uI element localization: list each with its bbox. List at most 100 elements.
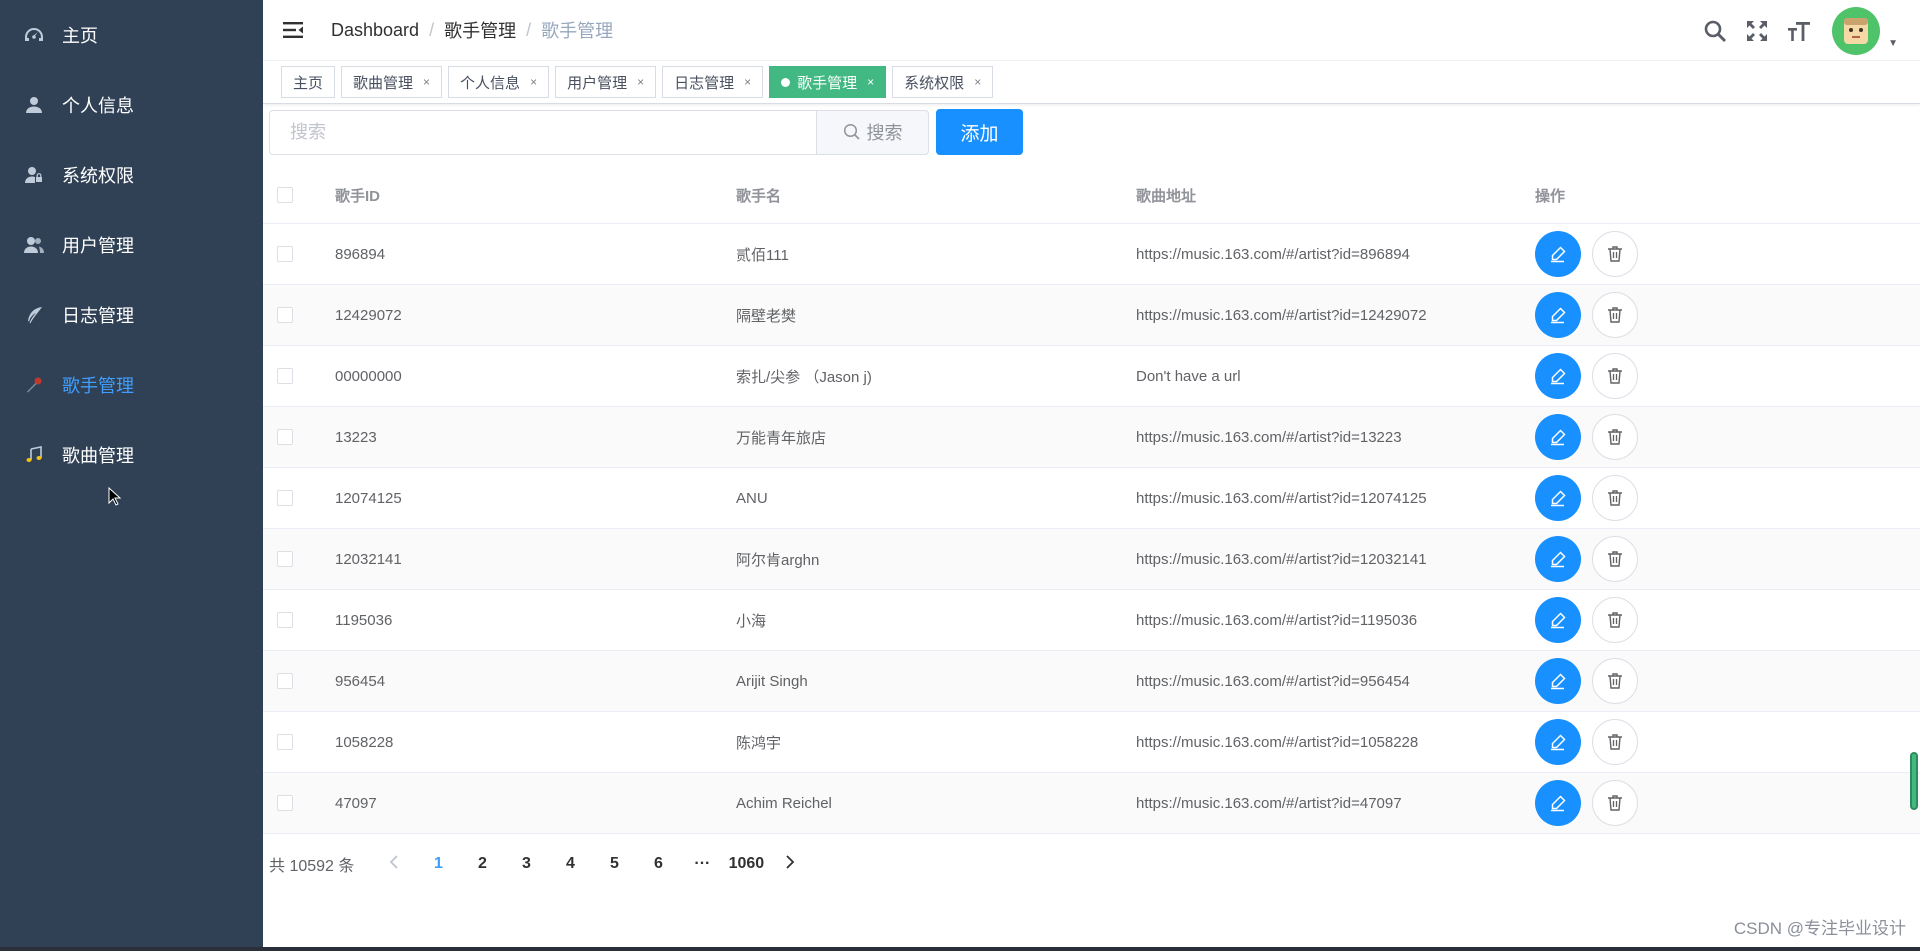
close-icon[interactable]: × (637, 75, 644, 89)
row-checkbox[interactable] (277, 612, 293, 628)
fullscreen-icon[interactable] (1744, 18, 1770, 44)
user-icon (24, 95, 44, 115)
tag-singers[interactable]: 歌手管理 × (769, 66, 887, 98)
edit-button[interactable] (1535, 658, 1581, 704)
edit-button[interactable] (1535, 414, 1581, 460)
sidebar-item-logs[interactable]: 日志管理 (0, 280, 263, 350)
row-checkbox[interactable] (277, 368, 293, 384)
cell-singer-id: 12074125 (335, 489, 402, 507)
page-number[interactable]: 1 (416, 855, 460, 873)
delete-button[interactable] (1592, 475, 1638, 521)
breadcrumb-parent[interactable]: 歌手管理 (444, 17, 516, 43)
pagination-total: 共 10592 条 (269, 858, 355, 875)
search-input[interactable] (269, 109, 816, 155)
close-icon[interactable]: × (974, 75, 981, 89)
delete-button[interactable] (1592, 536, 1638, 582)
cell-singer-id: 1058228 (335, 733, 394, 751)
scrollbar-thumb[interactable] (1910, 752, 1918, 810)
table-body: 896894 贰佰111 https://music.163.com/#/artis… (263, 224, 1920, 834)
delete-button[interactable] (1592, 414, 1638, 460)
edit-icon (1551, 612, 1566, 629)
trash-icon (1608, 734, 1622, 750)
cell-singer-id: 47097 (335, 794, 377, 812)
page-number-last[interactable]: 1060 (724, 855, 768, 873)
tag-users[interactable]: 用户管理 × (555, 66, 657, 98)
select-all-checkbox[interactable] (277, 187, 293, 203)
close-icon[interactable]: × (530, 75, 537, 89)
edit-button[interactable] (1535, 353, 1581, 399)
tag-logs[interactable]: 日志管理 × (662, 66, 764, 98)
column-header-url[interactable]: 歌曲地址 (1136, 185, 1535, 206)
hamburger-icon[interactable] (281, 18, 305, 42)
tag-home[interactable]: 主页 (281, 66, 336, 98)
breadcrumb: Dashboard / 歌手管理 / 歌手管理 (331, 17, 613, 43)
next-page-icon[interactable] (768, 854, 812, 874)
page-number[interactable]: 5 (592, 855, 636, 873)
row-checkbox[interactable] (277, 795, 293, 811)
close-icon[interactable]: × (744, 75, 751, 89)
more-pages-icon[interactable]: ··· (680, 855, 724, 873)
row-checkbox[interactable] (277, 734, 293, 750)
row-checkbox[interactable] (277, 673, 293, 689)
column-header-actions: 操作 (1535, 187, 1566, 205)
tag-permissions[interactable]: 系统权限 × (892, 66, 994, 98)
search-button[interactable]: 搜索 (816, 109, 929, 155)
edit-button[interactable] (1535, 719, 1581, 765)
cell-singer-id: 00000000 (335, 367, 402, 385)
row-checkbox[interactable] (277, 307, 293, 323)
close-icon[interactable]: × (423, 75, 430, 89)
delete-button[interactable] (1592, 658, 1638, 704)
bottom-bar (0, 947, 1920, 951)
sidebar-item-profile[interactable]: 个人信息 (0, 70, 263, 140)
breadcrumb-separator: / (526, 19, 532, 40)
table-row: 956454 Arijit Singh https://music.163.com/… (263, 651, 1920, 712)
delete-button[interactable] (1592, 780, 1638, 826)
delete-button[interactable] (1592, 292, 1638, 338)
column-header-name[interactable]: 歌手名 (736, 185, 1136, 206)
tag-label: 个人信息 (460, 74, 521, 92)
avatar[interactable] (1832, 6, 1881, 55)
delete-button[interactable] (1592, 719, 1638, 765)
row-checkbox[interactable] (277, 551, 293, 567)
column-header-id[interactable]: 歌手ID (335, 185, 736, 206)
sidebar-item-permissions[interactable]: 系统权限 (0, 140, 263, 210)
search-icon[interactable] (1702, 18, 1728, 44)
delete-button[interactable] (1592, 231, 1638, 277)
edit-button[interactable] (1535, 597, 1581, 643)
page-number[interactable]: 6 (636, 855, 680, 873)
edit-icon (1551, 246, 1566, 263)
sidebar-item-users[interactable]: 用户管理 (0, 210, 263, 280)
add-button[interactable]: 添加 (936, 109, 1023, 155)
row-checkbox[interactable] (277, 490, 293, 506)
edit-button[interactable] (1535, 780, 1581, 826)
font-size-icon[interactable] (1786, 18, 1812, 44)
page-number[interactable]: 2 (460, 855, 504, 873)
page-number[interactable]: 4 (548, 855, 592, 873)
edit-button[interactable] (1535, 536, 1581, 582)
row-checkbox[interactable] (277, 429, 293, 445)
edit-button[interactable] (1535, 475, 1581, 521)
sidebar-item-home[interactable]: 主页 (0, 0, 263, 70)
tag-profile[interactable]: 个人信息 × (448, 66, 550, 98)
sidebar-item-singers[interactable]: 歌手管理 (0, 350, 263, 420)
trash-icon (1608, 490, 1622, 506)
edit-button[interactable] (1535, 231, 1581, 277)
page-number[interactable]: 3 (504, 855, 548, 873)
tag-songs[interactable]: 歌曲管理 × (341, 66, 443, 98)
sidebar-item-songs[interactable]: 歌曲管理 (0, 420, 263, 490)
caret-down-icon[interactable]: ▼ (1888, 38, 1898, 49)
edit-icon (1551, 368, 1566, 385)
navbar: Dashboard / 歌手管理 / 歌手管理 ▼ (263, 0, 1920, 61)
delete-button[interactable] (1592, 597, 1638, 643)
cell-singer-name: 万能青年旅店 (736, 429, 827, 447)
breadcrumb-dashboard[interactable]: Dashboard (331, 20, 419, 41)
edit-button[interactable] (1535, 292, 1581, 338)
close-icon[interactable]: × (867, 75, 874, 89)
cell-song-url: https://music.163.com/#/artist?id=119503… (1136, 611, 1418, 629)
prev-page-icon[interactable] (372, 854, 416, 874)
table-row: 47097 Achim Reichel https://music.163.com/… (263, 773, 1920, 834)
row-checkbox[interactable] (277, 246, 293, 262)
table-row: 1195036 小海 https://music.163.com/#/artist?… (263, 590, 1920, 651)
delete-button[interactable] (1592, 353, 1638, 399)
cell-singer-name: Achim Reichel (736, 794, 832, 812)
